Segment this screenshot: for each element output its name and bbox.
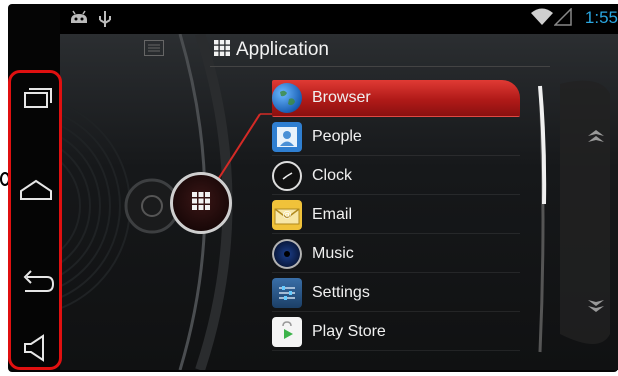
chevron-down-icon xyxy=(586,296,606,320)
app-window: Application Browser People Clock @ Email… xyxy=(60,34,618,370)
home-button[interactable] xyxy=(17,171,55,209)
app-item-play-store[interactable]: Play Store xyxy=(272,314,520,351)
grid-icon xyxy=(192,192,210,214)
app-label: Settings xyxy=(312,284,370,301)
app-label: Email xyxy=(312,206,353,223)
menu-list-icon[interactable] xyxy=(144,40,164,60)
recent-apps-icon xyxy=(17,88,55,121)
grid-icon xyxy=(214,40,230,60)
app-item-music[interactable]: Music xyxy=(272,236,520,273)
contacts-icon xyxy=(272,122,302,152)
clock-icon xyxy=(272,161,302,191)
app-item-email[interactable]: @ Email xyxy=(272,197,520,234)
music-icon xyxy=(272,239,302,269)
home-icon xyxy=(17,179,55,213)
recent-apps-button[interactable] xyxy=(17,79,55,117)
screenshot: 1:55 Application Browser People Clock @ … xyxy=(0,0,618,376)
navigation-bar xyxy=(8,70,62,370)
app-item-clock[interactable]: Clock xyxy=(272,158,520,195)
scroll-down-button[interactable] xyxy=(570,282,610,342)
app-label: Browser xyxy=(312,89,371,106)
header: Application xyxy=(214,36,329,64)
app-item-browser[interactable]: Browser xyxy=(272,80,520,117)
header-divider xyxy=(210,66,550,67)
app-label: People xyxy=(312,128,362,145)
app-item-people[interactable]: People xyxy=(272,119,520,156)
globe-icon xyxy=(272,83,302,113)
app-item-settings[interactable]: Settings xyxy=(272,275,520,312)
app-label: Clock xyxy=(312,167,353,184)
scroll-up-button[interactable] xyxy=(570,106,610,166)
email-icon: @ xyxy=(272,200,302,230)
settings-icon xyxy=(272,278,302,308)
scrollbar[interactable] xyxy=(538,84,547,354)
back-icon xyxy=(17,270,55,305)
app-label: Music xyxy=(312,245,354,262)
app-label: Play Store xyxy=(312,323,386,340)
play-store-icon xyxy=(272,317,302,347)
volume-button[interactable] xyxy=(17,329,55,367)
page-title: Application xyxy=(236,39,329,60)
volume-icon xyxy=(17,334,55,371)
status-time: 1:55 xyxy=(584,8,618,27)
status-bar: 1:55 xyxy=(60,4,618,34)
svg-text:@: @ xyxy=(283,210,292,220)
usb-icon xyxy=(98,10,112,32)
chevron-up-icon xyxy=(586,126,606,150)
wifi-icon xyxy=(530,8,554,30)
back-button[interactable] xyxy=(17,263,55,301)
android-debug-icon xyxy=(68,10,90,30)
app-launcher-knob[interactable] xyxy=(170,172,232,234)
signal-icon xyxy=(553,7,572,30)
